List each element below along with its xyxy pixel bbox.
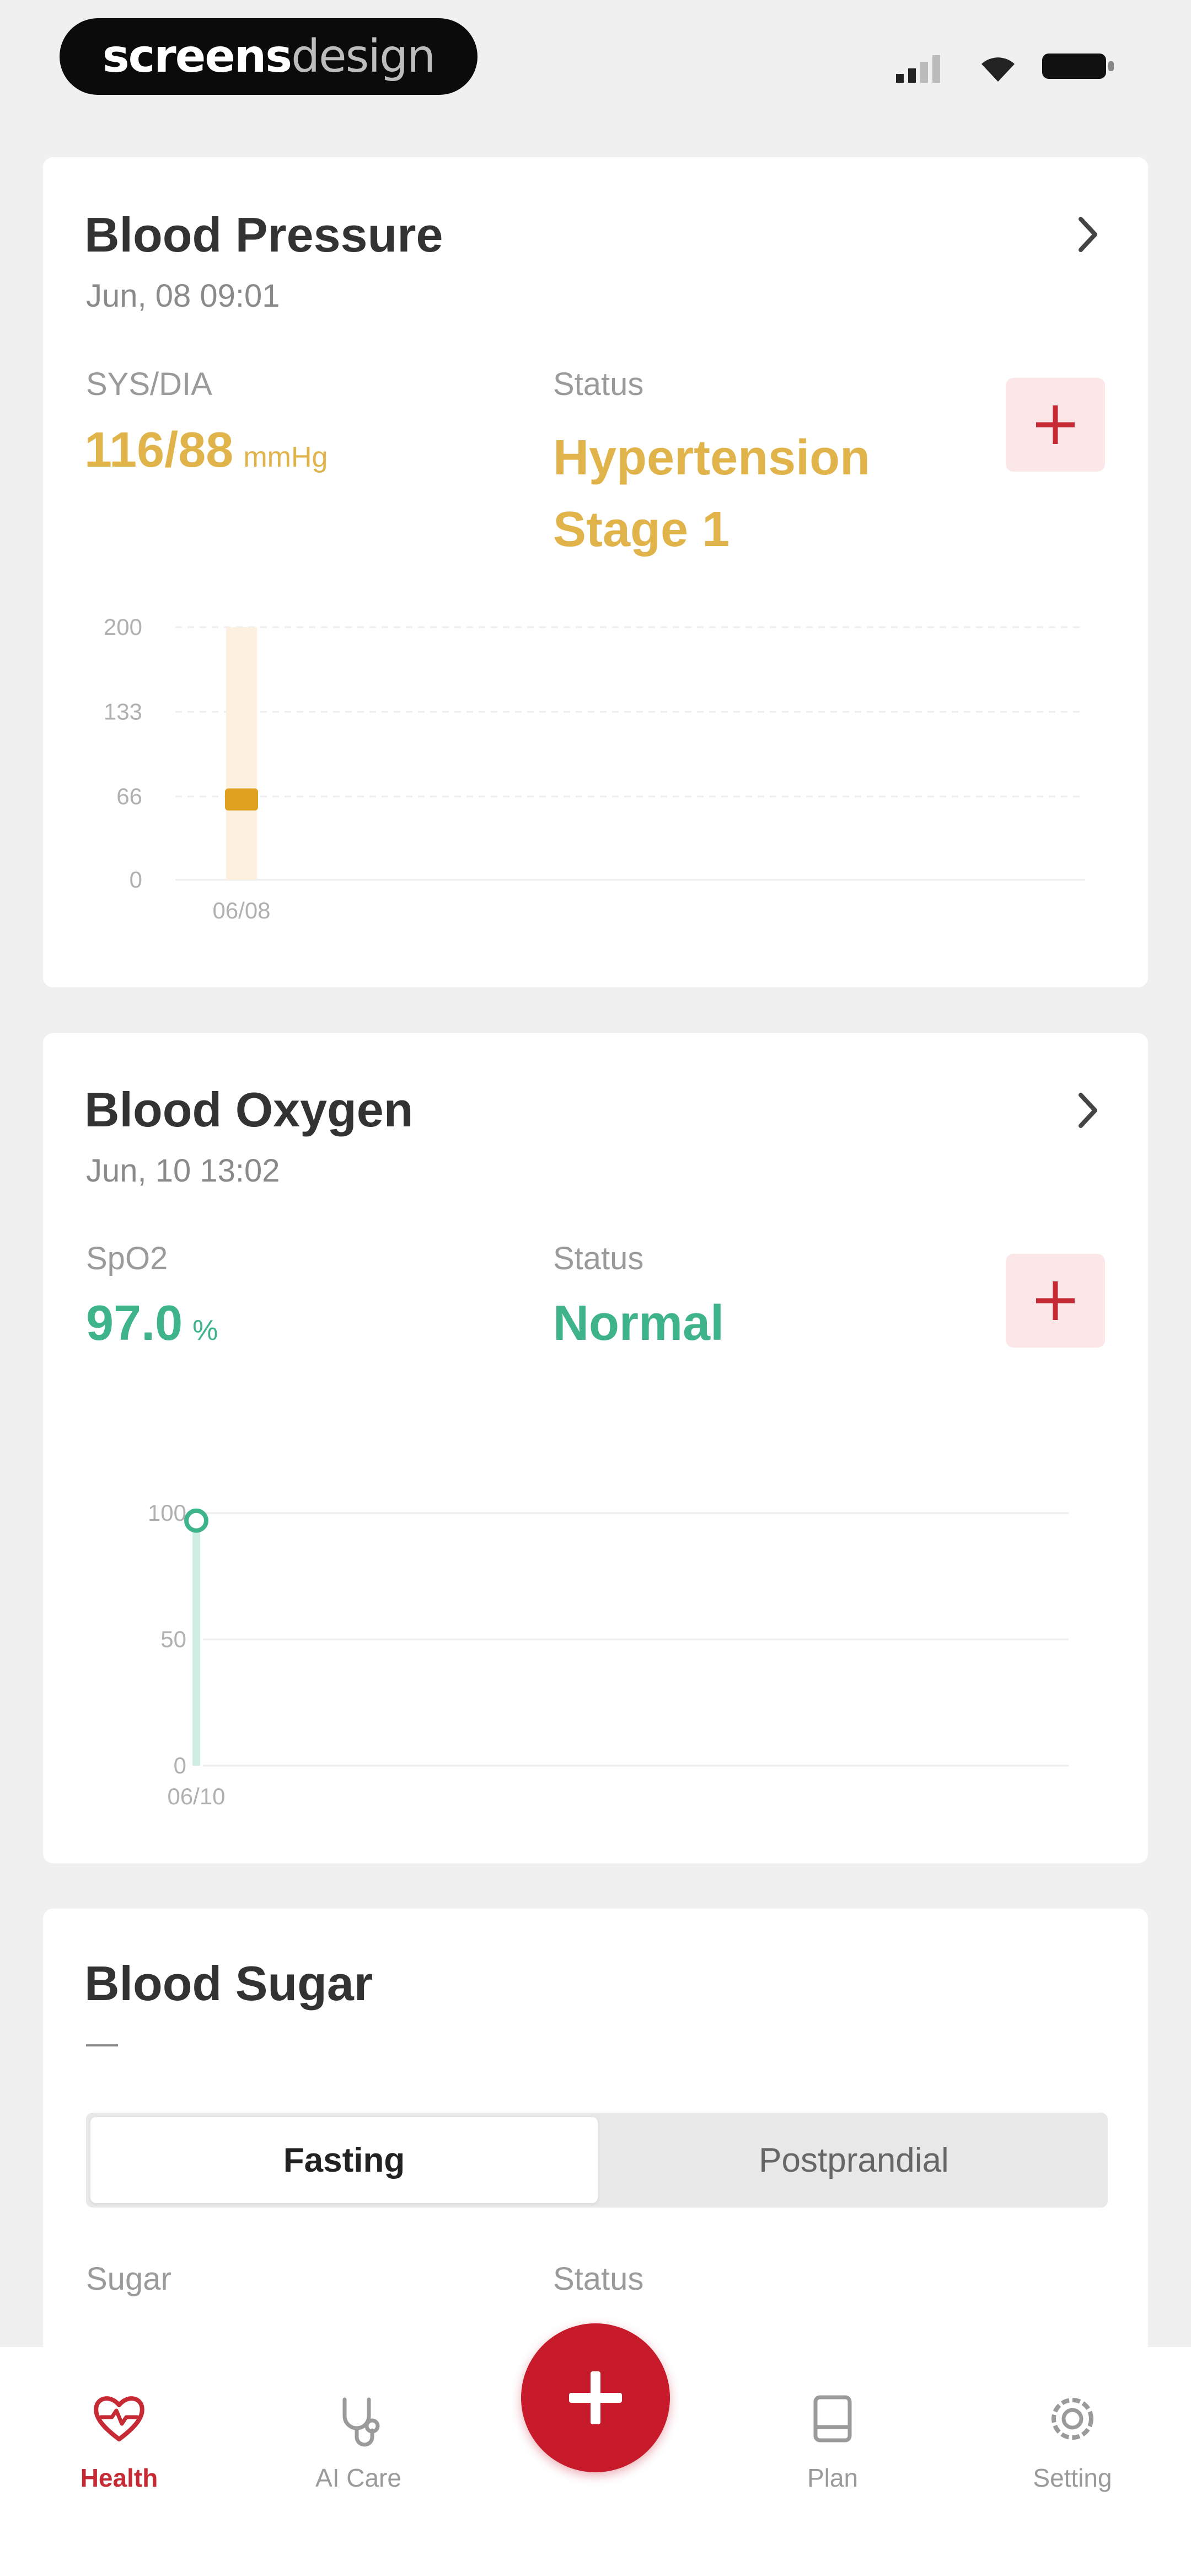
bp-reading: 116/88 [84, 423, 234, 478]
y-tick-label: 66 [116, 783, 142, 809]
spo2-data-point [184, 1508, 208, 1533]
add-record-fab-button[interactable] [521, 2323, 670, 2472]
bp-status-line1: Hypertension [553, 430, 871, 485]
y-tick-label: 50 [160, 1626, 186, 1652]
card-title: Blood Pressure [84, 207, 443, 262]
card-title: Blood Sugar [84, 1956, 373, 2011]
brand-bold-text: screens [102, 30, 292, 83]
tab-label: AI Care [315, 2463, 401, 2492]
heart-icon [94, 2396, 144, 2441]
card-date: — [86, 2025, 118, 2061]
y-tick-label: 133 [104, 698, 142, 724]
meal-type-segmented-control[interactable]: Fasting Postprandial [86, 2113, 1108, 2208]
spo2-value: 97.0% [86, 1295, 218, 1352]
y-tick-label: 200 [104, 615, 142, 640]
add-blood-pressure-button[interactable] [1006, 378, 1105, 472]
tab-health[interactable]: Health [36, 2388, 202, 2493]
brand-light-text: design [291, 30, 436, 83]
sugar-label: Sugar [86, 2261, 171, 2297]
brand-logo: screensdesign [60, 18, 478, 95]
blood-oxygen-chart: 100 50 0 06/10 [148, 1500, 1069, 1809]
y-tick-label: 0 [130, 867, 142, 892]
tab-label: Health [80, 2463, 158, 2492]
tab-ai-care[interactable]: AI Care [276, 2388, 441, 2493]
blood-pressure-card[interactable]: Blood Pressure Jun, 08 09:01 SYS/DIA 116… [43, 157, 1148, 987]
cellular-signal-icon [896, 55, 940, 83]
bp-value: 116/88 mmHg [84, 422, 328, 479]
chevron-right-icon[interactable] [1071, 1088, 1104, 1132]
gear-icon [1051, 2398, 1093, 2440]
status-label: Status [553, 1241, 644, 1276]
chevron-right-icon[interactable] [1071, 212, 1104, 256]
card-date: Jun, 08 09:01 [86, 278, 280, 314]
x-tick-label: 06/08 [212, 897, 270, 923]
bp-status-line2: Stage 1 [553, 502, 730, 557]
postprandial-tab[interactable]: Postprandial [604, 2117, 1103, 2203]
y-tick-label: 100 [148, 1500, 186, 1526]
blood-oxygen-card[interactable]: Blood Oxygen Jun, 10 13:02 SpO2 97.0% St… [43, 1033, 1148, 1863]
wifi-icon [981, 57, 1015, 82]
bp-status: Hypertension Stage 1 [553, 422, 870, 565]
bp-data-bar [225, 788, 258, 811]
plan-icon [813, 2395, 852, 2443]
fasting-tab[interactable]: Fasting [90, 2117, 598, 2203]
spo2-reading: 97.0 [86, 1296, 183, 1351]
y-tick-label: 0 [174, 1752, 186, 1778]
range-column [226, 627, 257, 880]
status-label: Status [553, 2261, 644, 2297]
card-date: Jun, 10 13:02 [86, 1153, 280, 1189]
spo2-status: Normal [553, 1296, 725, 1351]
blood-pressure-chart: 200 133 66 0 06/08 [104, 615, 1085, 923]
tab-plan[interactable]: Plan [750, 2388, 915, 2493]
add-blood-oxygen-button[interactable] [1006, 1254, 1105, 1348]
bp-unit: mmHg [243, 441, 328, 473]
status-label: Status [553, 366, 644, 402]
tab-label: Plan [807, 2463, 859, 2492]
battery-icon [1042, 54, 1114, 79]
card-title: Blood Oxygen [84, 1082, 414, 1137]
x-tick-label: 06/10 [167, 1783, 225, 1809]
spo2-label: SpO2 [86, 1241, 168, 1276]
stethoscope-icon [342, 2397, 380, 2447]
tab-label: Setting [1033, 2463, 1112, 2492]
sys-dia-label: SYS/DIA [86, 366, 212, 402]
spo2-unit: % [192, 1314, 218, 1346]
tab-setting[interactable]: Setting [990, 2388, 1155, 2493]
